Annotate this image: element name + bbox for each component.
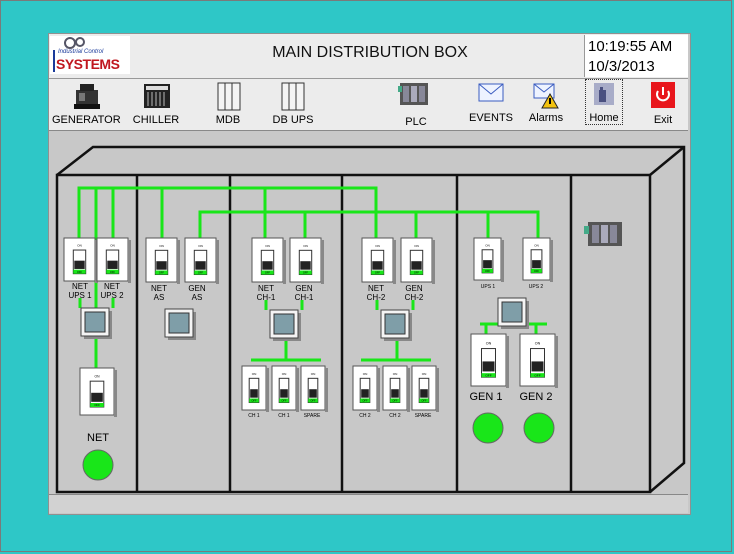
home-icon: [594, 83, 614, 105]
db-ups-button[interactable]: DB UPS: [270, 80, 316, 128]
mdb-label: MDB: [215, 114, 241, 126]
plc-label: PLC: [405, 116, 427, 128]
page-title: MAIN DISTRIBUTION BOX: [272, 44, 468, 61]
gen-ch2-label: GEN CH-2: [398, 284, 430, 302]
net-ch2-label: NET CH-2: [360, 284, 392, 302]
gear-logo-icon: [64, 37, 85, 49]
power-icon: [651, 82, 675, 108]
spare2-label: SPARE: [414, 413, 432, 419]
alarms-button[interactable]: Alarms: [526, 80, 566, 128]
ch1-a-label: CH 1: [248, 413, 260, 419]
net-ch1-label: NET CH-1: [250, 284, 282, 302]
generator-button[interactable]: GENERATOR: [52, 80, 121, 128]
time-text: 10:19:55 AM: [588, 38, 673, 55]
gen-as-text: GEN AS: [188, 284, 206, 302]
mdb-button[interactable]: MDB: [206, 80, 250, 128]
net-ch1-text: NET CH-1: [256, 284, 276, 302]
alarms-label: Alarms: [528, 112, 564, 124]
clock-display: 10:19:55 AM 10/3/2013: [584, 35, 688, 77]
db-ups-label: DB UPS: [272, 114, 314, 126]
logo-text: SYSTEMS: [56, 56, 120, 72]
net-ups2-text: NET UPS 2: [100, 282, 124, 300]
alarm-warning-icon: [533, 83, 559, 109]
gen-ch1-text: GEN CH-1: [294, 284, 314, 302]
ups2-label: UPS 2: [528, 284, 544, 290]
date-text: 10/3/2013: [588, 58, 655, 75]
status-bar: [49, 494, 688, 513]
plc-icon: [398, 83, 428, 105]
net-ups2-label: NET UPS 2: [96, 282, 128, 300]
logo-bar: [53, 50, 55, 72]
net-label: NET: [87, 432, 109, 444]
net-as-label: NET AS: [144, 284, 174, 302]
spare1-label: SPARE: [303, 413, 321, 419]
gen1-label: GEN 1: [469, 391, 503, 403]
exit-label: Exit: [653, 114, 673, 126]
gen-ch1-label: GEN CH-1: [288, 284, 320, 302]
generator-label: GENERATOR: [52, 114, 121, 126]
gen2-label: GEN 2: [519, 391, 553, 403]
home-button[interactable]: Home: [585, 79, 623, 125]
net-as-text: NET AS: [151, 284, 167, 302]
exit-button[interactable]: Exit: [646, 80, 680, 128]
ch2-a-label: CH 2: [359, 413, 371, 419]
gen-ch2-text: GEN CH-2: [404, 284, 424, 302]
db-ups-cabinet-icon: [281, 82, 305, 111]
envelope-icon: [478, 83, 504, 102]
net-ups1-text: NET UPS 1: [68, 282, 92, 300]
home-label: Home: [589, 112, 619, 124]
chiller-icon: [144, 84, 170, 108]
company-logo: Industrial Control SYSTEMS: [50, 36, 130, 74]
chiller-label: CHILLER: [132, 114, 180, 126]
net-ch2-text: NET CH-2: [366, 284, 386, 302]
ups1-label: UPS 1: [480, 284, 496, 290]
gen-as-label: GEN AS: [182, 284, 212, 302]
generator-icon: [74, 84, 100, 109]
ch2-b-label: CH 2: [389, 413, 401, 419]
ch1-b-label: CH 1: [278, 413, 290, 419]
mdb-cabinet-icon: [217, 82, 241, 111]
net-ups1-label: NET UPS 1: [64, 282, 96, 300]
events-label: EVENTS: [468, 112, 513, 124]
events-button[interactable]: EVENTS: [468, 80, 514, 128]
plc-button[interactable]: PLC: [394, 80, 438, 128]
chiller-button[interactable]: CHILLER: [130, 80, 182, 128]
logo-subtext: Industrial Control: [58, 49, 104, 55]
